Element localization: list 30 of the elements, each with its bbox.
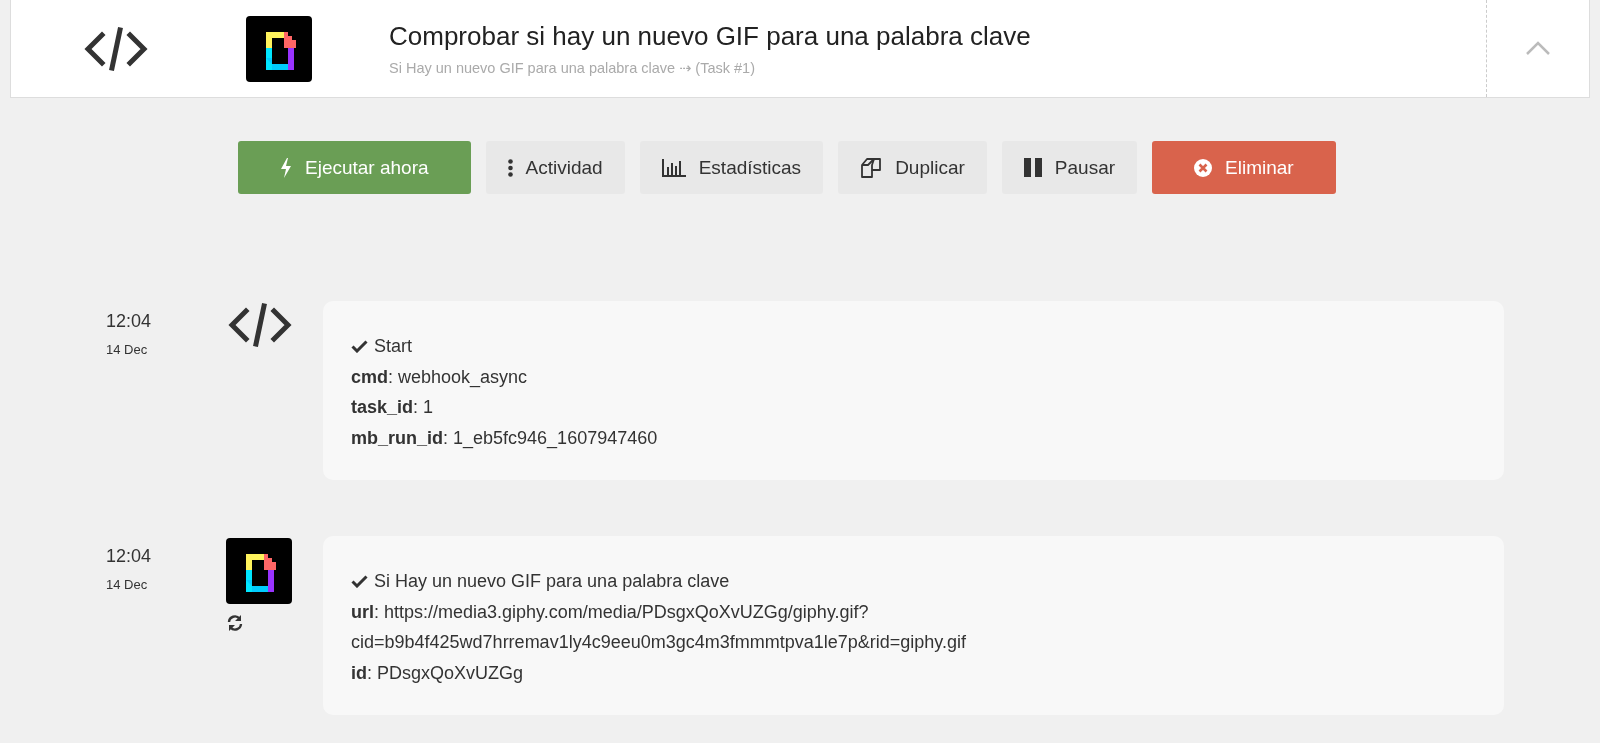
- giphy-logo-icon: [226, 538, 292, 604]
- log-time: 12:04: [106, 311, 153, 332]
- check-icon: [351, 339, 368, 354]
- log-date: 14 Dec: [106, 577, 149, 592]
- log-heading: Start: [374, 335, 412, 358]
- task-subtitle: Si Hay un nuevo GIF para una palabra clave ⇢ (Task #1): [389, 60, 756, 76]
- code-icon: [226, 303, 294, 347]
- pause-icon: [1023, 158, 1042, 177]
- log-field: cmd: webhook_async: [351, 361, 528, 392]
- close-icon: [1194, 158, 1213, 177]
- task-title: Comprobar si hay un nuevo GIF para una palabra clave: [389, 21, 1032, 52]
- log-field: mb_run_id: 1_eb5fc946_1607947460: [351, 422, 658, 453]
- log-field: id: PDsgxQoXvUZGg: [351, 657, 524, 688]
- bar-chart-icon: [661, 158, 686, 177]
- action-button[interactable]: Duplicar: [838, 141, 987, 194]
- copy-icon: [860, 157, 883, 178]
- giphy-logo-icon: [246, 15, 312, 82]
- log-time: 12:04: [106, 546, 153, 567]
- log-field: task_id: 1: [351, 392, 434, 423]
- action-button[interactable]: Estadísticas: [639, 141, 824, 194]
- log-date: 14 Dec: [106, 342, 149, 357]
- refresh-icon[interactable]: [226, 614, 244, 632]
- lightning-icon: [280, 157, 292, 178]
- action-button[interactable]: Eliminar: [1152, 141, 1336, 194]
- code-icon: [82, 26, 150, 71]
- check-icon: [351, 574, 368, 589]
- dots-icon: [507, 158, 513, 177]
- log-heading: Si Hay un nuevo GIF para una palabra clave: [374, 570, 730, 593]
- action-button[interactable]: Pausar: [1001, 141, 1138, 194]
- action-button[interactable]: Actividad: [485, 141, 625, 194]
